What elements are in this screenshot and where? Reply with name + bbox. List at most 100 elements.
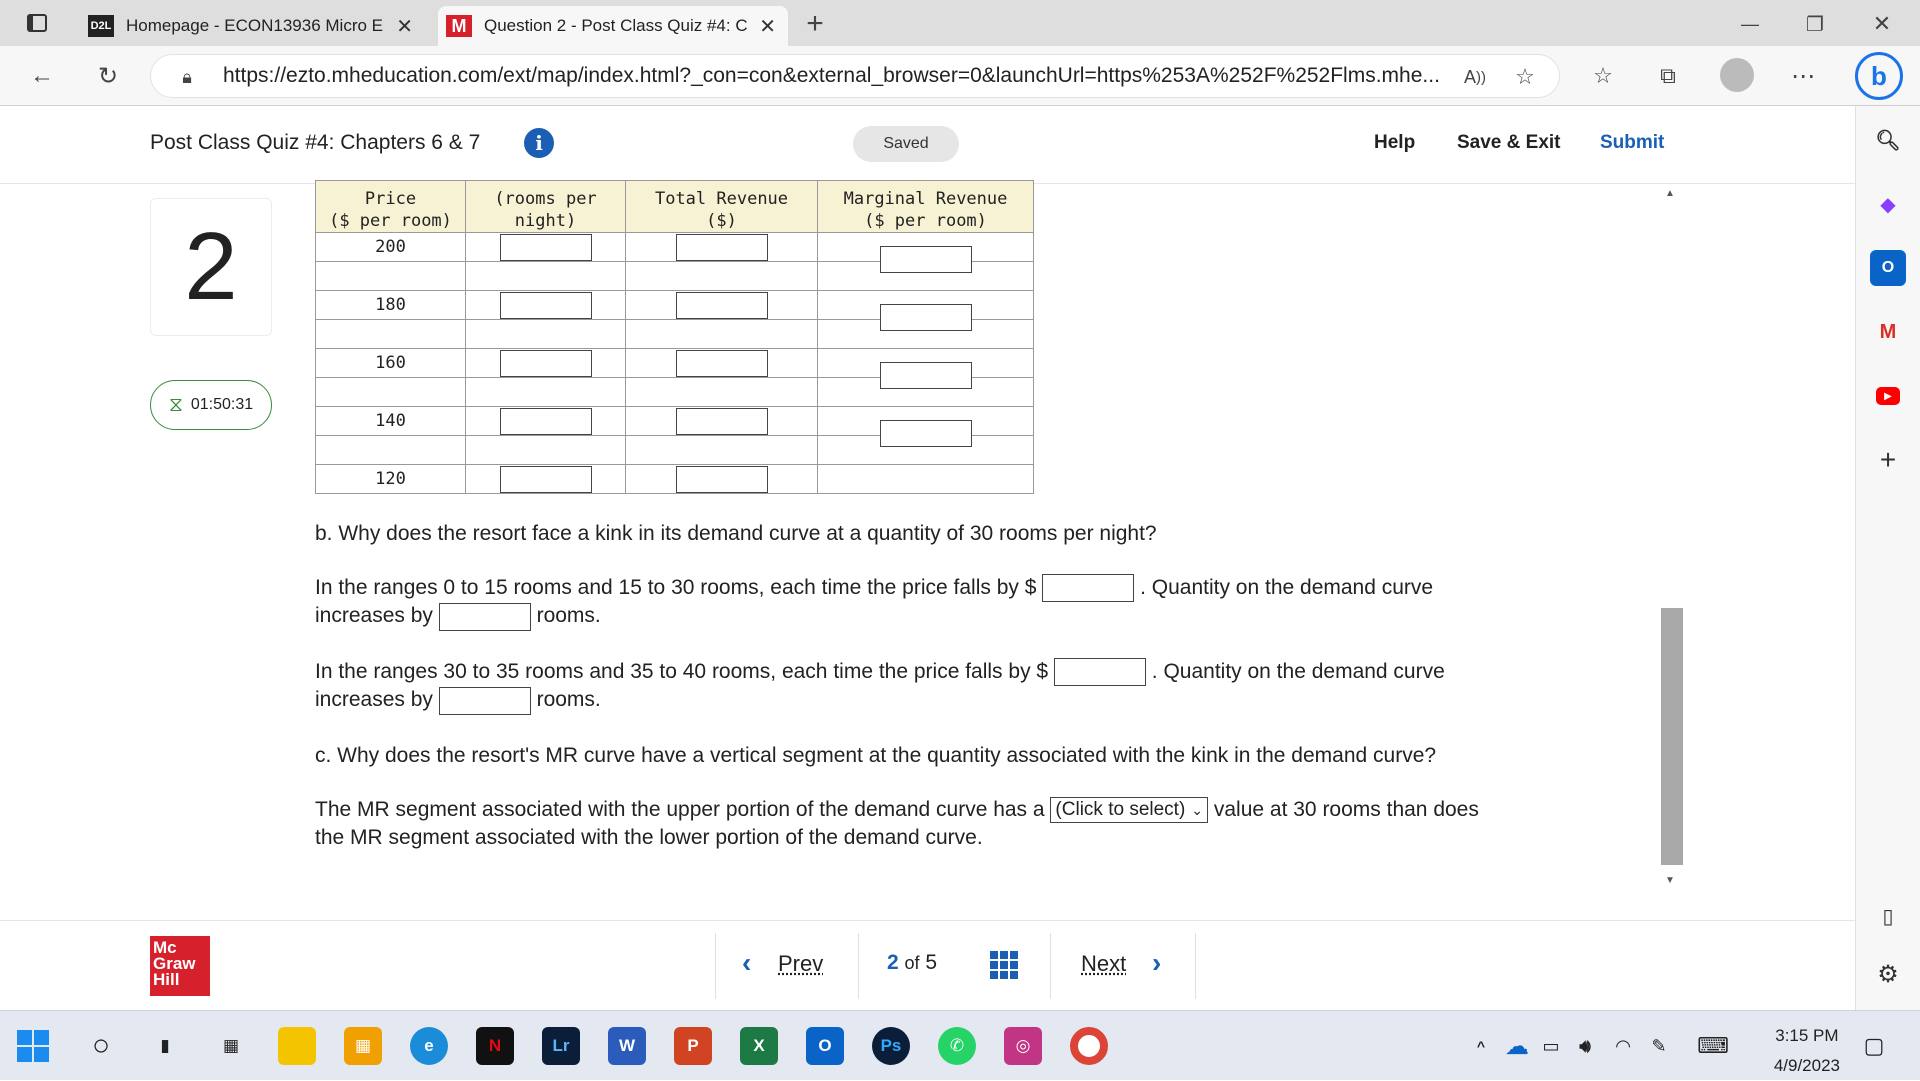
excel-icon[interactable]: X (740, 1027, 778, 1065)
price-drop-input-2[interactable] (1053, 658, 1146, 687)
netflix-icon[interactable]: N (476, 1027, 514, 1065)
total-revenue-input[interactable] (675, 291, 768, 319)
tab-question-2[interactable]: M Question 2 - Post Class Quiz #4: C ✕ (438, 6, 788, 46)
add-favorite-icon[interactable]: ☆ (1511, 63, 1539, 91)
part-c-answer: The MR segment associated with the upper… (315, 797, 1479, 849)
marginal-revenue-input[interactable] (880, 362, 972, 389)
task-view-icon[interactable]: ▮ (146, 1027, 184, 1065)
collections-icon[interactable]: ⧉ (1650, 58, 1686, 94)
read-aloud-icon[interactable]: A)) (1461, 63, 1489, 91)
refresh-icon[interactable]: ↻ (88, 58, 128, 94)
price-cell: 120 (315, 464, 466, 494)
show-hidden-icons-icon[interactable]: ^ (1462, 1027, 1500, 1065)
tab-close-icon[interactable]: ✕ (396, 14, 413, 39)
quantity-increase-input-1[interactable] (438, 602, 531, 631)
new-tab-button[interactable]: + (795, 6, 835, 42)
scroll-down-icon[interactable]: ▼ (1665, 875, 1675, 886)
total-revenue-input[interactable] (675, 233, 768, 261)
quantity-input[interactable] (499, 233, 592, 261)
favorites-icon[interactable]: ☆ (1585, 58, 1621, 94)
quantity-cell (465, 290, 626, 320)
outlook-icon[interactable]: O (806, 1027, 844, 1065)
help-link[interactable]: Help (1374, 132, 1415, 154)
outlook-icon[interactable]: O (1870, 250, 1906, 286)
price-cell: 140 (315, 406, 466, 436)
chrome-icon[interactable] (1070, 1027, 1108, 1065)
keyboard-icon[interactable]: ⌨ (1694, 1027, 1732, 1065)
save-exit-link[interactable]: Save & Exit (1457, 132, 1561, 154)
tab-close-icon[interactable]: ✕ (759, 14, 776, 39)
battery-icon[interactable]: ▭ (1532, 1027, 1570, 1065)
profile-avatar[interactable] (1720, 58, 1754, 92)
tab-actions-icon[interactable] (22, 8, 52, 38)
mr-comparison-select[interactable]: (Click to select) ⌄ (1050, 797, 1209, 824)
table-row: 140 (315, 406, 1034, 447)
price-drop-input-1[interactable] (1042, 574, 1135, 603)
quantity-input[interactable] (499, 465, 592, 493)
gmail-icon[interactable]: M (1870, 314, 1906, 350)
lock-icon[interactable]: 🔒︎ (175, 65, 199, 89)
total-revenue-input[interactable] (675, 349, 768, 377)
url-field[interactable]: 🔒︎ https://ezto.mheducation.com/ext/map/… (150, 54, 1560, 98)
windows-start-icon[interactable] (14, 1027, 52, 1065)
scrollbar-thumb[interactable] (1661, 608, 1683, 865)
tab-d2l-homepage[interactable]: D2L Homepage - ECON13936 Micro E ✕ (80, 6, 425, 46)
back-arrow-icon[interactable]: ← (22, 58, 62, 94)
search-icon[interactable]: ○ (82, 1027, 120, 1065)
powerpoint-icon[interactable]: P (674, 1027, 712, 1065)
chevron-right-icon[interactable]: › (1152, 947, 1161, 979)
scroll-up-icon[interactable]: ▲ (1665, 188, 1675, 199)
submit-link[interactable]: Submit (1600, 132, 1664, 154)
marginal-revenue-input[interactable] (880, 304, 972, 331)
system-clock[interactable]: 3:15 PM 4/9/2023 (1774, 1021, 1840, 1081)
quiz-footer: Mc Graw Hill ‹ Prev 2 of 5 Next › (0, 920, 1855, 1010)
quantity-input[interactable] (499, 349, 592, 377)
microsoft-store-icon[interactable]: ▦ (344, 1027, 382, 1065)
prev-button[interactable]: Prev (778, 951, 823, 977)
marginal-revenue-cell (817, 290, 1034, 331)
chevron-left-icon[interactable]: ‹ (742, 947, 751, 979)
search-icon[interactable]: 🔍︎ (1870, 122, 1906, 158)
bing-chat-icon[interactable]: b (1855, 52, 1903, 100)
clock-time: 3:15 PM (1775, 1026, 1839, 1045)
split-screen-icon[interactable]: ▯ (1870, 898, 1906, 934)
wifi-icon[interactable]: ◠ (1604, 1027, 1642, 1065)
total-revenue-input[interactable] (675, 465, 768, 493)
question-grid-icon[interactable] (990, 951, 1018, 979)
restore-button[interactable]: ❐ (1795, 6, 1835, 42)
quantity-input[interactable] (499, 407, 592, 435)
youtube-icon[interactable]: ▶ (1870, 378, 1906, 414)
volume-icon[interactable]: 🔊︎ (1566, 1027, 1604, 1065)
marginal-revenue-cell (817, 406, 1034, 447)
close-window-button[interactable]: ✕ (1862, 6, 1902, 42)
word-icon[interactable]: W (608, 1027, 646, 1065)
info-icon[interactable]: i (524, 128, 554, 158)
quantity-cell (465, 232, 626, 262)
edge-icon[interactable]: e (410, 1027, 448, 1065)
photoshop-icon[interactable]: Ps (872, 1027, 910, 1065)
marginal-revenue-input[interactable] (880, 246, 972, 273)
notifications-icon[interactable]: ▢ (1855, 1027, 1893, 1065)
onedrive-icon[interactable]: ☁ (1498, 1027, 1536, 1065)
timer: ⧖ 01:50:31 (150, 380, 272, 430)
total-revenue-cell (625, 348, 818, 378)
marginal-revenue-input[interactable] (880, 420, 972, 447)
more-menu-icon[interactable]: ⋯ (1785, 58, 1821, 94)
saved-status-badge: Saved (853, 126, 959, 162)
add-sidebar-app-icon[interactable]: + (1870, 442, 1906, 478)
whatsapp-icon[interactable]: ✆ (938, 1027, 976, 1065)
part-c-question: c. Why does the resort's MR curve have a… (315, 744, 1437, 767)
quantity-input[interactable] (499, 291, 592, 319)
settings-gear-icon[interactable]: ⚙ (1870, 956, 1906, 992)
lightroom-icon[interactable]: Lr (542, 1027, 580, 1065)
file-explorer-icon[interactable] (278, 1027, 316, 1065)
instagram-icon[interactable]: ◎ (1004, 1027, 1042, 1065)
pen-icon[interactable]: ✎ (1640, 1027, 1678, 1065)
total-revenue-input[interactable] (675, 407, 768, 435)
widgets-icon[interactable]: ▦ (212, 1027, 250, 1065)
minimize-button[interactable]: — (1730, 6, 1770, 42)
discover-icon[interactable]: ◆ (1870, 186, 1906, 222)
next-button[interactable]: Next (1081, 951, 1126, 977)
chevron-down-icon: ⌄ (1191, 802, 1204, 819)
quantity-increase-input-2[interactable] (438, 686, 531, 715)
